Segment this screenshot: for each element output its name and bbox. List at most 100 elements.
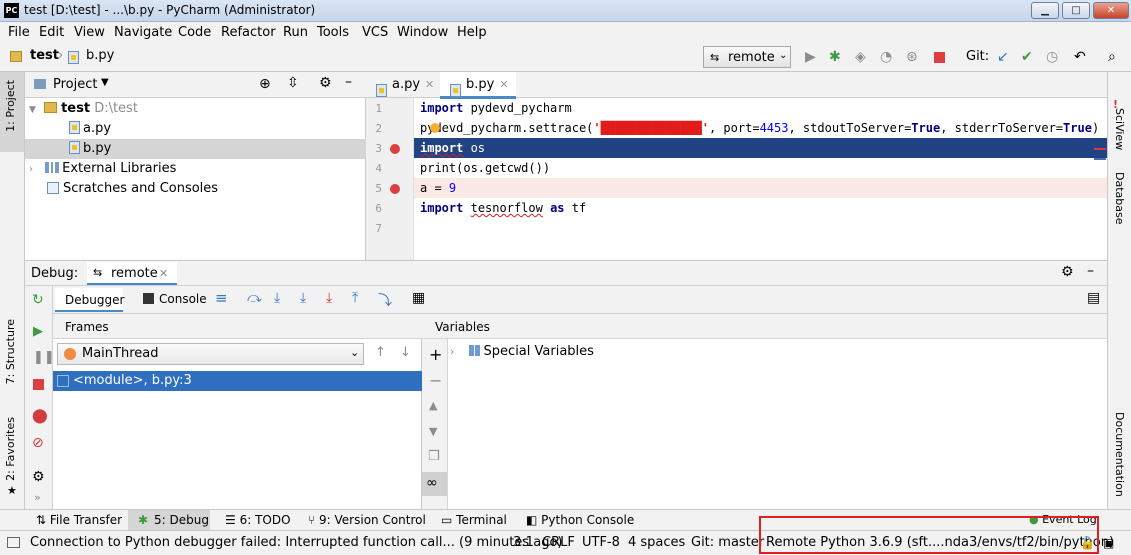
tree-row-file[interactable]: a.py [69, 119, 111, 139]
tool-tab-documentation[interactable]: Documentation [1113, 412, 1126, 497]
code-line-4[interactable]: print(os.getcwd()) [414, 158, 1107, 178]
menu-run[interactable]: Run [283, 25, 308, 40]
breadcrumb-file[interactable]: b.py [86, 48, 114, 63]
pause-icon[interactable]: ❚❚ [33, 350, 55, 365]
more-icon[interactable]: » [34, 491, 41, 504]
copy-icon[interactable]: ❐ [428, 449, 440, 464]
editor-gutter[interactable]: 1 2 3 4 5 6 7 [366, 98, 414, 260]
breadcrumb-project[interactable]: test [30, 48, 59, 63]
remove-watch-icon[interactable]: − [429, 371, 442, 390]
memory-indicator-icon[interactable]: ▣ [1103, 536, 1114, 550]
menu-vcs[interactable]: VCS [362, 25, 388, 40]
tool-windows-toggle-icon[interactable] [7, 537, 20, 548]
watches-toggle-active[interactable]: ∞ [422, 472, 447, 496]
indent-setting[interactable]: 4 spaces [628, 535, 685, 550]
editor-tab-b-active[interactable]: b.py ✕ [440, 72, 516, 99]
tool-tab-python-console[interactable]: ◧ Python Console [526, 513, 634, 527]
move-up-icon[interactable]: ▲ [429, 399, 437, 412]
hide-panel-icon[interactable]: – [345, 74, 352, 90]
tool-tab-structure[interactable]: 7: Structure [4, 319, 17, 384]
coverage-icon[interactable]: ◈ [855, 50, 866, 64]
rerun-icon[interactable]: ↻ [32, 292, 44, 308]
git-rollback-icon[interactable]: ↶ [1074, 50, 1086, 64]
gear-icon[interactable]: ⚙ [319, 75, 332, 91]
hide-panel-icon[interactable]: – [1087, 263, 1094, 279]
close-tab-icon[interactable]: ✕ [499, 78, 508, 91]
code-line-1[interactable]: import pydevd_pycharm [414, 98, 1107, 118]
git-history-icon[interactable]: ◷ [1046, 50, 1058, 64]
tool-tab-version-control[interactable]: ⑂ 9: Version Control [308, 513, 426, 527]
tool-tab-terminal[interactable]: ▭ Terminal [441, 513, 507, 527]
debug-icon[interactable]: ✱ [829, 50, 841, 64]
chevron-down-icon[interactable]: ▼ [101, 77, 109, 88]
code-line-6[interactable]: import tesnorflow as tf [414, 198, 1107, 218]
git-branch[interactable]: Git: master [691, 535, 764, 550]
run-icon[interactable]: ▶ [805, 50, 816, 64]
debugger-tab[interactable]: Debugger [55, 288, 124, 312]
resume-icon[interactable]: ▶ [33, 324, 43, 339]
git-commit-icon[interactable]: ✔ [1021, 50, 1033, 64]
menu-edit[interactable]: Edit [39, 25, 64, 40]
close-tab-icon[interactable]: ✕ [159, 267, 168, 280]
git-update-icon[interactable]: ↙ [997, 50, 1009, 64]
gear-icon[interactable]: ⚙ [1061, 264, 1074, 280]
tool-tab-favorites[interactable]: 2: Favorites [4, 417, 17, 481]
tree-row-root[interactable]: ▼ test D:\test [29, 99, 366, 119]
add-watch-icon[interactable]: + [429, 345, 442, 364]
view-breakpoints-icon[interactable]: ⬤ [32, 408, 48, 424]
tool-tab-database[interactable]: Database [1113, 172, 1126, 225]
step-over-icon[interactable]: ⤼ [247, 290, 262, 306]
error-stripe-marker[interactable] [1094, 148, 1106, 150]
tree-row-scratches[interactable]: Scratches and Consoles [47, 179, 218, 199]
close-button[interactable]: ✕ [1093, 2, 1129, 19]
step-into-my-code-icon[interactable]: ⤓ [300, 290, 306, 306]
move-down-icon[interactable]: ▼ [429, 425, 437, 438]
menu-window[interactable]: Window [397, 25, 448, 40]
editor-tab-a[interactable]: a.py ✕ [366, 72, 440, 98]
breakpoint-icon[interactable] [390, 184, 400, 194]
caret-position[interactable]: 3:1 [513, 535, 534, 550]
tree-row-file-selected[interactable]: b.py [25, 139, 366, 159]
show-frames-icon[interactable]: ≡ [215, 289, 228, 307]
tool-tab-todo[interactable]: ☰ 6: TODO [225, 513, 291, 527]
previous-frame-icon[interactable]: ↑ [375, 345, 386, 360]
console-tab[interactable]: Console [159, 292, 207, 306]
menu-help[interactable]: Help [457, 25, 487, 40]
run-to-cursor-icon[interactable]: ⤵ [378, 290, 392, 310]
caret-stripe-marker[interactable] [1094, 158, 1106, 160]
menu-tools[interactable]: Tools [317, 25, 349, 40]
tool-tab-sciview[interactable]: SciView [1113, 108, 1126, 150]
intention-bulb-icon[interactable] [430, 123, 440, 133]
variable-row-special[interactable]: › Special Variables [450, 342, 594, 362]
project-view-title[interactable]: Project [53, 77, 97, 92]
concurrency-icon[interactable]: ⊛ [906, 50, 918, 64]
search-everywhere-icon[interactable]: ⌕ [1108, 50, 1116, 64]
next-frame-icon[interactable]: ↓ [400, 345, 411, 360]
breakpoint-icon[interactable] [390, 144, 400, 154]
frame-row-selected[interactable]: <module>, b.py:3 [53, 371, 422, 391]
maximize-button[interactable]: □ [1062, 2, 1090, 19]
evaluate-expression-icon[interactable]: ▦ [412, 290, 425, 306]
stop-icon[interactable] [934, 52, 945, 63]
menu-refactor[interactable]: Refactor [221, 25, 276, 40]
tool-tab-project[interactable]: 1: Project [4, 80, 17, 132]
close-tab-icon[interactable]: ✕ [425, 78, 434, 91]
step-out-icon[interactable]: ⤒ [352, 290, 358, 306]
tree-row-external-libraries[interactable]: › External Libraries [29, 159, 176, 179]
line-separator[interactable]: CRLF [542, 535, 575, 550]
menu-code[interactable]: Code [178, 25, 211, 40]
layout-settings-icon[interactable]: ▤ [1087, 290, 1100, 306]
tool-tab-file-transfer[interactable]: ⇅ File Transfer [36, 513, 122, 527]
locate-icon[interactable]: ⊕ [259, 76, 271, 92]
menu-file[interactable]: File [8, 25, 30, 40]
profile-icon[interactable]: ◔ [880, 50, 892, 64]
code-line-2[interactable]: pydevd_pycharm.settrace('██████████████'… [414, 118, 1107, 138]
file-encoding[interactable]: UTF-8 [582, 535, 620, 550]
thread-select[interactable]: MainThread ⌄ [57, 343, 364, 365]
debug-session-tab[interactable]: ⇆ remote ✕ [87, 262, 177, 285]
code-line-3-current[interactable]: import os [414, 138, 1107, 158]
code-line-5-breakpoint[interactable]: a = 9 [414, 178, 1107, 198]
mute-breakpoints-icon[interactable]: ⊘ [32, 435, 44, 451]
gear-icon[interactable]: ⚙ [32, 469, 45, 485]
collapse-all-icon[interactable]: ⇳ [287, 75, 299, 91]
